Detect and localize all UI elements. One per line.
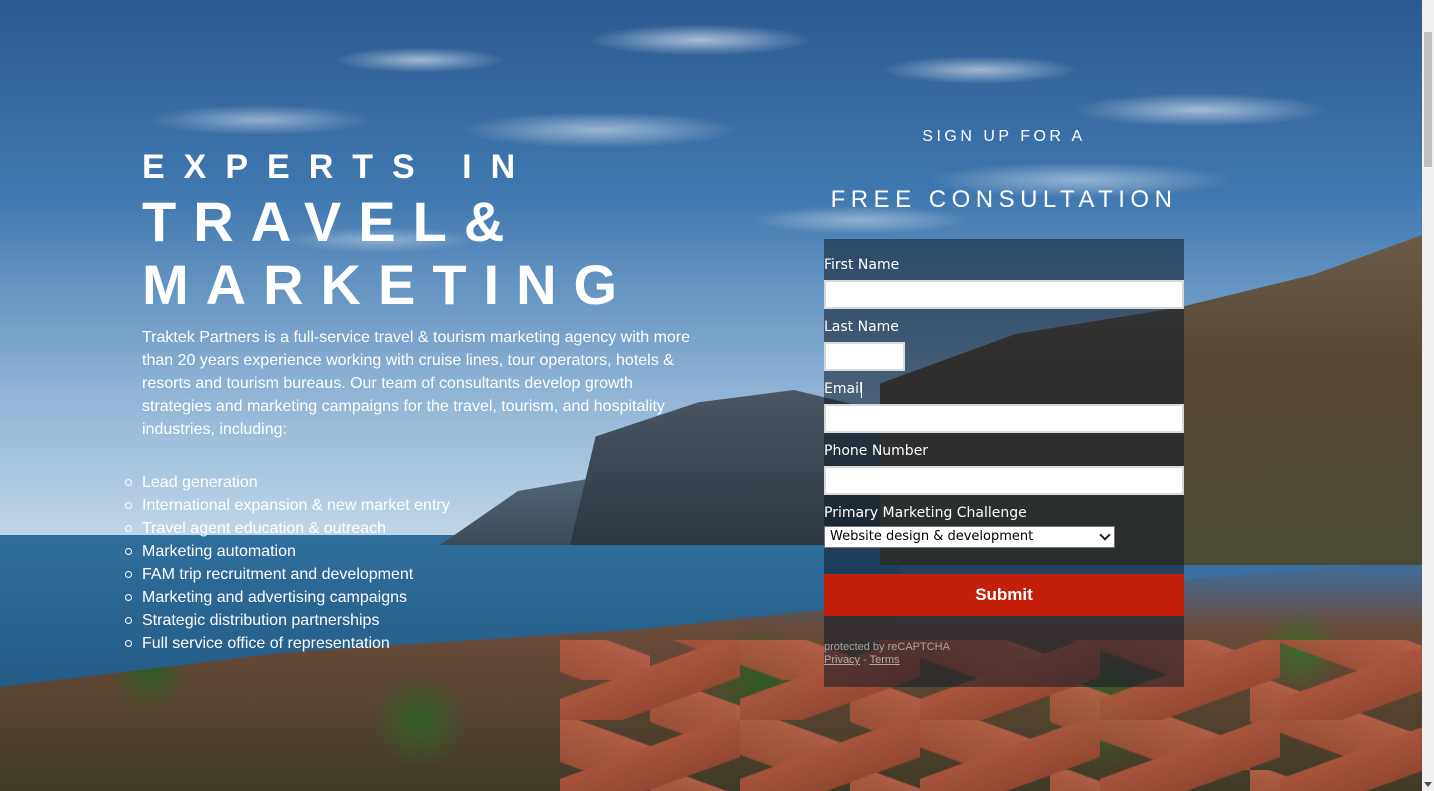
- list-item: Lead generation: [125, 471, 702, 494]
- services-list: Lead generation International expansion …: [125, 471, 702, 655]
- list-item: International expansion & new market ent…: [125, 494, 702, 517]
- recaptcha-notice: protected by reCAPTCHA Privacy - Terms: [824, 641, 950, 667]
- last-name-field[interactable]: [824, 342, 905, 371]
- signup-kicker: SIGN UP FOR A: [922, 128, 1086, 145]
- first-name-field[interactable]: [824, 280, 1184, 309]
- headline-line-1: TRAVEL&: [142, 190, 522, 253]
- hero-headline: TRAVEL& MARKETING: [142, 190, 702, 316]
- challenge-label: Primary Marketing Challenge: [824, 505, 1027, 521]
- scrollbar-thumb[interactable]: [1424, 32, 1432, 167]
- challenge-selected-value: Website design & development: [830, 529, 1034, 544]
- terms-link[interactable]: Terms: [870, 654, 900, 666]
- phone-field[interactable]: [824, 466, 1184, 495]
- scroll-down-arrow-icon[interactable]: [1424, 782, 1432, 787]
- first-name-label: First Name: [824, 257, 900, 273]
- hero-intro: Traktek Partners is a full-service trave…: [142, 329, 691, 438]
- email-field[interactable]: [824, 404, 1184, 433]
- recaptcha-text: protected by reCAPTCHA: [824, 641, 950, 653]
- challenge-select[interactable]: Website design & development: [824, 526, 1115, 548]
- email-label: Email: [824, 381, 863, 397]
- page-scrollbar[interactable]: [1422, 0, 1434, 791]
- list-item: Marketing and advertising campaigns: [125, 586, 702, 609]
- headline-line-2: MARKETING: [142, 253, 635, 316]
- list-item: Marketing automation: [125, 540, 702, 563]
- list-item: FAM trip recruitment and development: [125, 563, 702, 586]
- list-item: Travel agent education & outreach: [125, 517, 702, 540]
- privacy-link[interactable]: Privacy: [824, 654, 860, 666]
- submit-button[interactable]: Submit: [824, 574, 1184, 616]
- list-item: Full service office of representation: [125, 632, 702, 655]
- hero-section: EXPERTS IN TRAVEL& MARKETING Traktek Par…: [125, 148, 702, 655]
- last-name-label: Last Name: [824, 319, 899, 335]
- phone-label: Phone Number: [824, 443, 929, 459]
- text-cursor: [861, 382, 862, 398]
- recaptcha-separator: -: [863, 654, 867, 666]
- list-item: Strategic distribution partnerships: [125, 609, 702, 632]
- chevron-down-icon: [1099, 529, 1111, 541]
- signup-heading: FREE CONSULTATION: [830, 186, 1178, 213]
- hero-kicker: EXPERTS IN: [142, 148, 535, 186]
